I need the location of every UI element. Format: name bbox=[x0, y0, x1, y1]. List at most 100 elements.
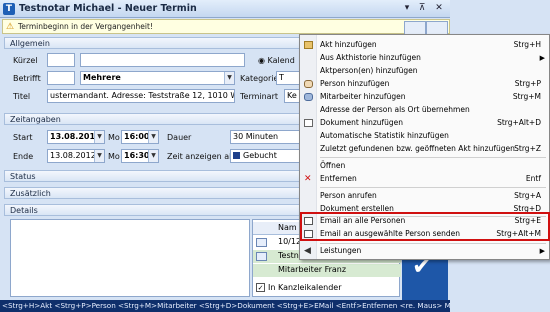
toolbar-button-2[interactable] bbox=[426, 21, 448, 35]
menu-item-akt-hinzufuegen[interactable]: Akt hinzufügen Strg+H bbox=[300, 39, 549, 51]
row-label: Mitarbeiter Franz bbox=[278, 265, 347, 274]
ende-date-field[interactable]: 13.08.2012 ▼ bbox=[47, 149, 105, 163]
menu-item-label: Aus Akthistorie hinzufügen bbox=[320, 53, 421, 62]
shortcut-statusbar: <Strg+H>Akt <Strg+P>Person <Strg+M>Mitar… bbox=[0, 300, 450, 312]
menu-item-shortcut: Strg+P bbox=[514, 79, 541, 88]
terminart-label: Terminart bbox=[240, 92, 279, 101]
menu-item-label: Aktperson(en) hinzufügen bbox=[320, 66, 418, 75]
back-arrow-icon: ◀ bbox=[304, 246, 311, 256]
menu-item-label: Akt hinzufügen bbox=[320, 40, 377, 49]
betrifft-combo[interactable]: Mehrere ▼ bbox=[80, 71, 235, 85]
titel-field[interactable]: ustermandant. Adresse: Teststraße 12, 10… bbox=[47, 89, 235, 103]
row-label: Testn bbox=[278, 251, 299, 260]
menu-item-shortcut: Strg+Z bbox=[514, 144, 541, 153]
pin-icon[interactable]: ▾ bbox=[400, 2, 414, 15]
submenu-arrow-icon: ▶ bbox=[539, 247, 545, 255]
window-title: Testnotar Michael - Neuer Termin bbox=[19, 3, 197, 14]
menu-item-entfernen[interactable]: ✕ Entfernen Entf bbox=[300, 173, 549, 185]
submenu-arrow-icon: ▶ bbox=[539, 54, 545, 62]
menu-separator bbox=[320, 243, 546, 244]
menu-item-zuletzt-akt[interactable]: Zuletzt gefundenen bzw. geöffneten Akt h… bbox=[300, 143, 549, 155]
details-textarea[interactable] bbox=[10, 219, 250, 297]
kalender-radio[interactable]: ◉ Kalend bbox=[258, 56, 295, 65]
menu-item-label: Leistungen bbox=[320, 246, 362, 255]
menu-item-shortcut: Strg+A bbox=[514, 191, 541, 200]
start-time-field[interactable]: 16:00 ▼ bbox=[121, 130, 159, 144]
warning-icon: ⚠ bbox=[6, 22, 15, 32]
restore-icon[interactable]: ⊼ bbox=[415, 2, 429, 15]
menu-item-label: Zuletzt gefundenen bzw. geöffneten Akt h… bbox=[320, 144, 515, 153]
menu-item-label: Person hinzufügen bbox=[320, 79, 390, 88]
betrifft-label: Betrifft bbox=[13, 74, 41, 83]
menu-item-label: Person anrufen bbox=[320, 191, 377, 200]
warning-text: Terminbeginn in der Vergangenheit! bbox=[18, 22, 153, 31]
kategorie-label: Kategorie bbox=[240, 74, 279, 83]
ende-time-field[interactable]: 16:30 ▼ bbox=[121, 149, 159, 163]
dauer-combo[interactable]: 30 Minuten bbox=[230, 130, 300, 144]
chevron-down-icon[interactable]: ▼ bbox=[224, 72, 234, 84]
terminart-combo[interactable]: Ke bbox=[284, 89, 300, 103]
kuerzel-name-field[interactable] bbox=[80, 53, 245, 67]
calendar-dropdown-icon[interactable]: ▼ bbox=[94, 150, 104, 162]
kalender-label: Kalend bbox=[267, 56, 295, 65]
title-bar: T Testnotar Michael - Neuer Termin ▾ ⊼ ✕ bbox=[0, 0, 450, 18]
employee-icon bbox=[304, 93, 313, 101]
menu-separator bbox=[320, 157, 546, 158]
app-icon: T bbox=[3, 3, 15, 15]
calendar-dropdown-icon[interactable]: ▼ bbox=[94, 131, 104, 143]
start-label: Start bbox=[13, 133, 33, 142]
menu-item-shortcut: Strg+Alt+D bbox=[497, 118, 541, 127]
betrifft-value: Mehrere bbox=[83, 73, 121, 82]
delete-icon: ✕ bbox=[304, 174, 312, 184]
menu-item-shortcut: Entf bbox=[525, 174, 541, 183]
menu-item-label: Öffnen bbox=[320, 161, 346, 170]
column-header-name: Nam bbox=[278, 223, 297, 232]
menu-item-shortcut: Strg+M bbox=[512, 92, 541, 101]
toolbar-button-1[interactable] bbox=[404, 21, 426, 35]
row-label: 10/12 bbox=[278, 237, 302, 246]
menu-item-mitarbeiter[interactable]: Mitarbeiter hinzufügen Strg+M bbox=[300, 91, 549, 103]
zeit-anzeigen-combo[interactable]: Gebucht bbox=[230, 149, 300, 163]
menu-item-person-hinzufuegen[interactable]: Person hinzufügen Strg+P bbox=[300, 78, 549, 90]
menu-item-statistik[interactable]: Automatische Statistik hinzufügen bbox=[300, 130, 549, 142]
menu-item-oeffnen[interactable]: Öffnen bbox=[300, 160, 549, 172]
kategorie-combo[interactable]: T bbox=[276, 71, 300, 85]
menu-item-person-anrufen[interactable]: Person anrufen Strg+A bbox=[300, 190, 549, 202]
folder-icon bbox=[304, 41, 313, 49]
menu-item-aktpersonen[interactable]: Aktperson(en) hinzufügen bbox=[300, 65, 549, 77]
ende-time-value: 16:30 bbox=[124, 151, 150, 160]
busy-color-swatch bbox=[233, 152, 240, 159]
betrifft-code-field[interactable] bbox=[47, 71, 75, 85]
ende-label: Ende bbox=[13, 152, 34, 161]
dauer-label: Dauer bbox=[167, 133, 192, 142]
menu-item-dokument-hinzufuegen[interactable]: Dokument hinzufügen Strg+Alt+D bbox=[300, 117, 549, 129]
table-row[interactable]: Mitarbeiter Franz bbox=[253, 264, 401, 277]
menu-item-shortcut: Strg+H bbox=[513, 40, 541, 49]
ende-date-value: 13.08.2012 bbox=[50, 151, 96, 160]
zeit-anzeigen-label: Zeit anzeigen als bbox=[167, 152, 236, 161]
kanzleikalender-label: In Kanzleikalender bbox=[268, 283, 342, 292]
kuerzel-field[interactable] bbox=[47, 53, 75, 67]
time-dropdown-icon[interactable]: ▼ bbox=[148, 150, 158, 162]
menu-item-label: Adresse der Person als Ort übernehmen bbox=[320, 105, 470, 114]
person-icon bbox=[256, 252, 267, 261]
warning-bar: ⚠ Terminbeginn in der Vergangenheit! bbox=[2, 19, 450, 34]
email-items-highlight bbox=[300, 212, 550, 241]
kanzleikalender-checkbox[interactable]: ✓ In Kanzleikalender bbox=[253, 282, 401, 295]
start-day: Mo bbox=[108, 133, 120, 142]
zeit-anzeigen-value: Gebucht bbox=[243, 151, 277, 160]
menu-item-label: Automatische Statistik hinzufügen bbox=[320, 131, 449, 140]
document-icon bbox=[304, 119, 313, 127]
close-icon[interactable]: ✕ bbox=[432, 2, 446, 15]
start-time-value: 16:00 bbox=[124, 132, 150, 141]
menu-item-label: Mitarbeiter hinzufügen bbox=[320, 92, 406, 101]
menu-item-adresse-uebernehmen[interactable]: Adresse der Person als Ort übernehmen bbox=[300, 104, 549, 116]
menu-item-akthistorie[interactable]: Aus Akthistorie hinzufügen ▶ bbox=[300, 52, 549, 64]
kuerzel-label: Kürzel bbox=[13, 56, 38, 65]
time-dropdown-icon[interactable]: ▼ bbox=[148, 131, 158, 143]
checkbox-check-icon[interactable]: ✓ bbox=[256, 283, 265, 292]
menu-item-label: Dokument hinzufügen bbox=[320, 118, 404, 127]
menu-item-leistungen[interactable]: ◀ Leistungen ▶ bbox=[300, 245, 549, 257]
titel-label: Titel bbox=[13, 92, 31, 101]
start-date-field[interactable]: 13.08.2012 ▼ bbox=[47, 130, 105, 144]
